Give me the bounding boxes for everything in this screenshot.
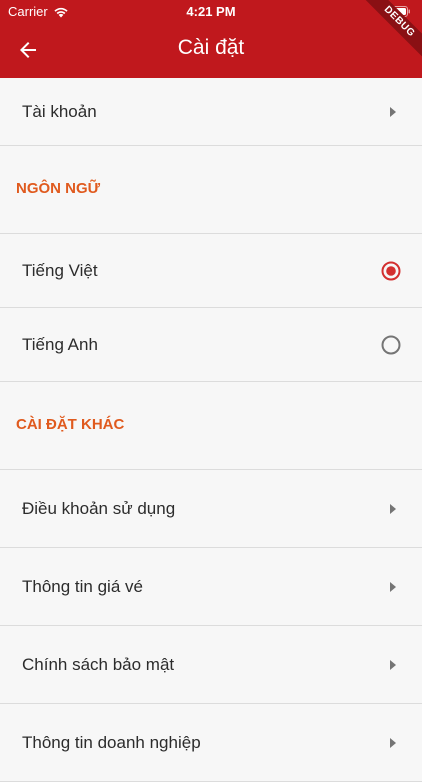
language-section-header: NGÔN NGỮ xyxy=(0,146,422,234)
ticket-price-info-row[interactable]: Thông tin giá vé xyxy=(0,548,422,626)
privacy-policy-label: Chính sách bảo mật xyxy=(22,654,175,674)
chevron-right-icon xyxy=(390,581,396,592)
account-row[interactable]: Tài khoản xyxy=(0,78,422,146)
terms-of-use-label: Điều khoản sử dụng xyxy=(22,498,176,518)
business-info-row[interactable]: Thông tin doanh nghiệp xyxy=(0,704,422,782)
app-bar: Cài đặt xyxy=(0,28,422,70)
radio-unselected-icon[interactable] xyxy=(380,334,402,356)
other-settings-section-header: CÀI ĐẶT KHÁC xyxy=(0,382,422,470)
chevron-right-icon xyxy=(390,737,396,748)
chevron-right-icon xyxy=(390,503,396,514)
status-time: 4:21 PM xyxy=(186,4,236,19)
language-option-english[interactable]: Tiếng Anh xyxy=(0,308,422,382)
radio-selected-icon[interactable] xyxy=(380,260,402,282)
language-option-label: Tiếng Anh xyxy=(22,334,98,354)
chevron-right-icon xyxy=(390,106,396,117)
language-option-label: Tiếng Việt xyxy=(22,260,98,280)
chevron-right-icon xyxy=(390,659,396,670)
settings-list: Tài khoản NGÔN NGỮ Tiếng Việt Tiếng Anh … xyxy=(0,78,422,782)
account-label: Tài khoản xyxy=(22,101,97,121)
ticket-price-info-label: Thông tin giá vé xyxy=(22,576,143,596)
terms-of-use-row[interactable]: Điều khoản sử dụng xyxy=(0,470,422,548)
privacy-policy-row[interactable]: Chính sách bảo mật xyxy=(0,626,422,704)
language-option-vietnamese[interactable]: Tiếng Việt xyxy=(0,234,422,308)
status-bar: Carrier 4:21 PM xyxy=(0,0,422,22)
page-title: Cài đặt xyxy=(177,36,245,59)
app-header: Carrier 4:21 PM Cài đặt DEBUG xyxy=(0,0,422,78)
